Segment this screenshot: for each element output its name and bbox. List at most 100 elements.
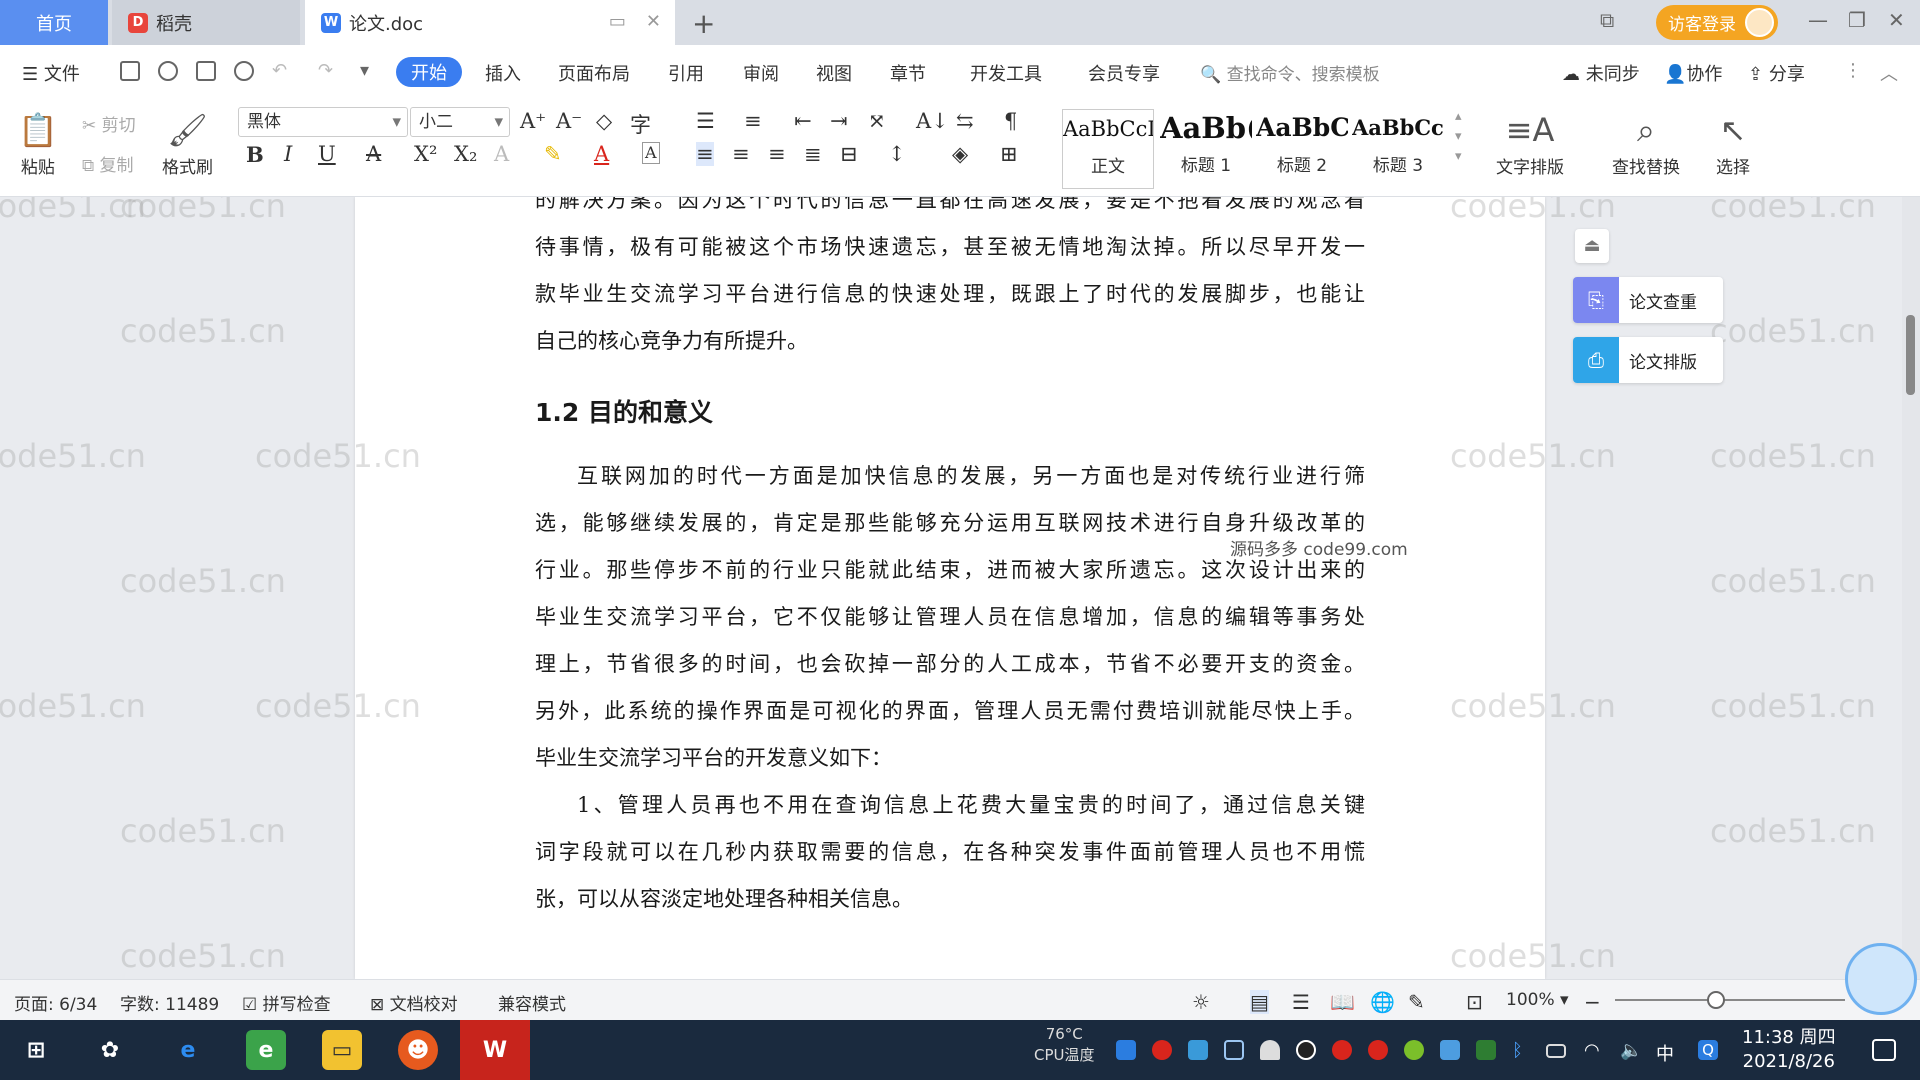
font-size-select[interactable]: 小二 ▾	[410, 107, 510, 137]
tab-document[interactable]: W 论文.doc ▭ ✕	[305, 0, 675, 45]
ime-indicator[interactable]: 中	[1656, 1040, 1676, 1065]
subscript-icon[interactable]: X₂	[454, 142, 477, 166]
align-right-icon[interactable]: ≡	[768, 142, 786, 166]
layout-switch-icon[interactable]: ⧉	[1600, 8, 1614, 32]
wps-taskbar-icon[interactable]: W	[460, 1020, 530, 1080]
close-tab-icon[interactable]: ✕	[646, 11, 661, 32]
tab-home[interactable]: 首页	[0, 0, 108, 45]
align-left-icon[interactable]: ≡	[696, 142, 714, 166]
document-content[interactable]: 的解决方案。因为这个时代的信息一直都在高速发展，要是不抱着发展的观念看 待事情，…	[535, 197, 1365, 923]
redo-icon[interactable]: ↷	[318, 60, 333, 81]
share-button[interactable]: ⇪ 分享	[1748, 60, 1805, 86]
guest-login-button[interactable]: 访客登录	[1656, 5, 1778, 40]
proofread-button[interactable]: ⊠ 文档校对	[370, 990, 458, 1015]
browser-360-icon[interactable]: e	[246, 1030, 286, 1070]
numbered-list-icon[interactable]: ≡	[744, 109, 762, 133]
zoom-level[interactable]: 100% ▾	[1506, 990, 1569, 1010]
qq-icon[interactable]	[1332, 1040, 1352, 1060]
export-icon[interactable]	[158, 61, 178, 81]
pinyin-icon[interactable]: 字	[630, 109, 651, 139]
tab-daoke[interactable]: D 稻壳	[112, 0, 300, 45]
search-app-icon[interactable]: Q	[1698, 1040, 1718, 1060]
style-heading-2[interactable]: AaBbC 标题 2	[1256, 109, 1348, 189]
text-layout-button[interactable]: ≡A 文字排版	[1496, 107, 1564, 178]
word-count[interactable]: 字数: 11489	[120, 990, 219, 1015]
sync-status[interactable]: ☁ 未同步	[1562, 60, 1640, 86]
align-center-icon[interactable]: ≡	[732, 142, 750, 166]
more-icon[interactable]: ⋮	[1844, 60, 1862, 81]
nvidia-icon[interactable]	[1476, 1040, 1496, 1060]
tray-app-icon[interactable]	[1440, 1040, 1460, 1060]
scrollbar-thumb[interactable]	[1906, 315, 1915, 395]
bold-icon[interactable]: B	[246, 142, 264, 167]
tray-app-icon[interactable]	[1116, 1040, 1136, 1060]
write-mode-icon[interactable]: ✎	[1408, 990, 1425, 1014]
spell-check-button[interactable]: ☑ 拼写检查	[242, 990, 331, 1015]
battery-icon[interactable]	[1546, 1044, 1566, 1058]
document-page[interactable]: 的解决方案。因为这个时代的信息一直都在高速发展，要是不抱着发展的观念看 待事情，…	[355, 197, 1545, 979]
sort-icon[interactable]: A↓	[916, 109, 949, 133]
style-normal[interactable]: AaBbCcI 正文	[1062, 109, 1154, 189]
bell-icon[interactable]	[1260, 1040, 1280, 1060]
justify-icon[interactable]: ≣	[804, 142, 822, 166]
app-mascot-icon[interactable]: ☻	[398, 1030, 438, 1070]
text-direction-icon[interactable]: ⇆	[956, 109, 974, 133]
notification-center-icon[interactable]	[1872, 1039, 1896, 1061]
page-view-icon[interactable]: ▤	[1250, 990, 1269, 1014]
new-tab-button[interactable]: +	[692, 7, 715, 40]
italic-icon[interactable]: I	[284, 142, 292, 166]
styles-scroll-icon[interactable]: ▴ ▾ ▾	[1455, 107, 1462, 167]
print-icon[interactable]	[196, 61, 216, 81]
underline-icon[interactable]: U	[318, 142, 336, 166]
menu-developer[interactable]: 开发工具	[970, 60, 1042, 86]
collapse-ribbon-icon[interactable]: ︿	[1880, 60, 1898, 86]
bullet-list-icon[interactable]: ☰	[696, 109, 715, 133]
volume-icon[interactable]: 🔈	[1620, 1040, 1642, 1061]
font-color-icon[interactable]: A	[594, 142, 609, 166]
wifi-icon[interactable]: ◠	[1584, 1040, 1604, 1061]
shrink-font-icon[interactable]: A⁻	[556, 109, 582, 133]
distribute-icon[interactable]: ⊟	[840, 142, 858, 166]
grow-font-icon[interactable]: A⁺	[520, 109, 546, 133]
command-search[interactable]: 🔍 查找命令、搜索模板	[1200, 60, 1380, 85]
find-replace-button[interactable]: ⌕ 查找替换	[1612, 107, 1680, 178]
tray-app-icon[interactable]	[1188, 1040, 1208, 1060]
thesis-check-button[interactable]: ⎘ 论文查重	[1573, 277, 1723, 323]
menu-references[interactable]: 引用	[668, 60, 704, 86]
highlight-icon[interactable]: ✎	[544, 142, 562, 166]
zoom-slider-handle[interactable]	[1707, 991, 1725, 1009]
menu-review[interactable]: 审阅	[743, 60, 779, 86]
close-window-icon[interactable]: ✕	[1888, 8, 1905, 32]
window-mode-icon[interactable]: ▭	[609, 11, 626, 32]
pinwheel-app-icon[interactable]: ✿	[90, 1030, 130, 1070]
chinese-layout-icon[interactable]: ⤧	[868, 109, 886, 133]
copy-button[interactable]: ⧉ 复制	[82, 151, 134, 176]
undo-icon[interactable]: ↶	[272, 60, 287, 81]
print-preview-icon[interactable]	[234, 61, 254, 81]
web-view-icon[interactable]: 🌐	[1370, 990, 1395, 1014]
increase-indent-icon[interactable]: ⇥	[830, 109, 848, 133]
restore-icon[interactable]: ❐	[1848, 8, 1866, 32]
windows-start-icon[interactable]: ⊞	[16, 1030, 56, 1070]
menu-chapter[interactable]: 章节	[890, 60, 926, 86]
zoom-slider[interactable]	[1615, 999, 1845, 1001]
decrease-indent-icon[interactable]: ⇤	[794, 109, 812, 133]
select-button[interactable]: ↖ 选择	[1716, 107, 1750, 178]
format-painter-button[interactable]: 🖌 格式刷	[162, 107, 213, 178]
line-spacing-icon[interactable]: ↕	[888, 142, 906, 166]
collaborate-button[interactable]: 👤协作	[1664, 60, 1722, 86]
borders-icon[interactable]: ⊞	[1000, 142, 1018, 166]
eye-protect-icon[interactable]: ☼	[1192, 990, 1210, 1014]
style-heading-3[interactable]: AaBbCcl 标题 3	[1352, 109, 1444, 189]
text-effect-icon[interactable]: A	[494, 142, 509, 166]
outline-view-icon[interactable]: ☰	[1292, 990, 1310, 1014]
floating-assistant-icon[interactable]	[1845, 943, 1917, 1015]
file-menu[interactable]: ☰ 文件	[22, 60, 80, 86]
collapse-panel-button[interactable]: ⏏	[1575, 229, 1609, 263]
show-marks-icon[interactable]: ¶	[1004, 109, 1017, 133]
cut-button[interactable]: ✂ 剪切	[82, 111, 136, 136]
qq-icon[interactable]	[1296, 1040, 1316, 1060]
shield-icon[interactable]	[1224, 1040, 1244, 1060]
font-name-select[interactable]: 黑体 ▾	[238, 107, 408, 137]
bluetooth-icon[interactable]: ᛒ	[1512, 1040, 1532, 1061]
